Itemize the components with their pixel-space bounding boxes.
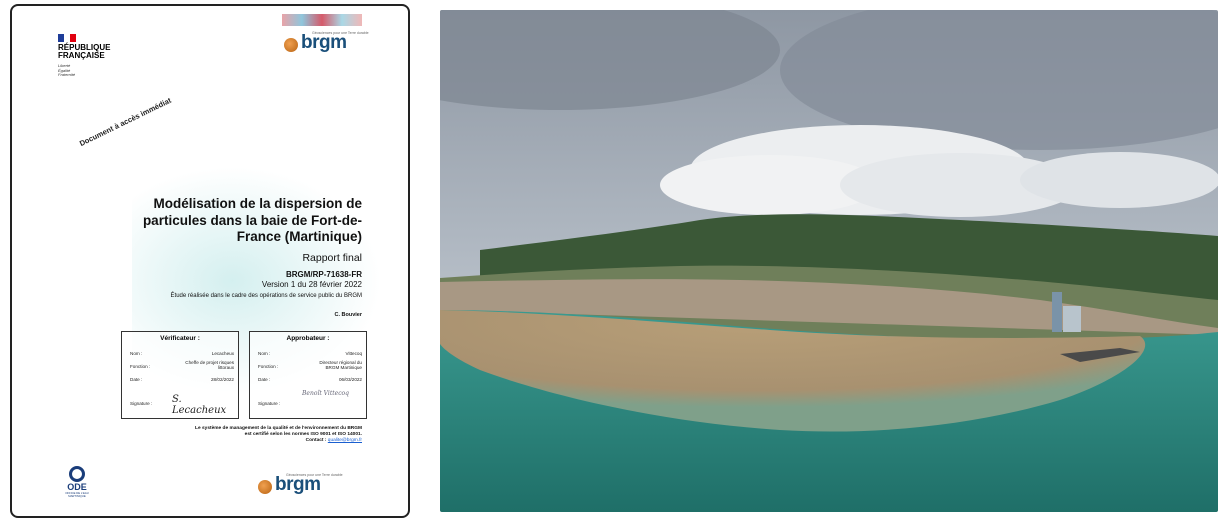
brgm-wordmark: brgm — [301, 32, 347, 53]
brgm-logo-bottom: brgm Géosciences pour une Terre durable — [258, 473, 343, 495]
brgm-wordmark-bottom: brgm — [275, 474, 321, 495]
brgm-logo-top: brgm Géosciences pour une Terre durable — [284, 31, 369, 53]
approver-signature: Benoît Vittecoq — [302, 390, 350, 397]
report-title: Modélisation de la dispersion de particu… — [142, 196, 362, 244]
republic-line2: FRANÇAISE — [58, 51, 105, 60]
verifier-date: 28/02/2022 — [211, 377, 234, 382]
verifier-signature-label: Signature : — [130, 401, 153, 406]
republique-francaise-logo: RÉPUBLIQUE FRANÇAISE — [58, 44, 110, 60]
verifier-signature: S. Lecacheux — [172, 394, 227, 416]
ode-small2: MARTINIQUE — [68, 494, 86, 499]
contact-email-link[interactable]: qualite@brgm.fr — [328, 438, 362, 443]
aerial-bay-photo — [440, 10, 1218, 512]
verifier-name-label: Nom : — [130, 351, 143, 356]
brgm-disk-icon-bottom — [258, 480, 272, 494]
verifier-function: Cheffe de projet risques littoraux — [185, 360, 234, 370]
access-stamp: Document à accès immédiat — [78, 95, 173, 149]
quality-statement: Le système de management de la qualité e… — [152, 426, 362, 444]
report-author: C. Bouvier — [334, 312, 362, 318]
verifier-box: Vérificateur : Nom : Lecacheux Fonction … — [121, 331, 239, 419]
approver-date: 06/03/2022 — [339, 377, 362, 382]
aerial-bay-photo-icon — [440, 10, 1218, 512]
ode-circle-icon — [69, 466, 85, 482]
verifier-date-label: Date : — [130, 377, 143, 382]
approver-box: Approbateur : Nom : Vittecoq Fonction : … — [249, 331, 367, 419]
approver-function-label: Fonction : — [258, 364, 279, 369]
brgm-tagline: Géosciences pour une Terre durable — [312, 31, 369, 35]
approver-function: Directeur régional du BRGM Martinique — [319, 360, 362, 370]
verifier-function-label: Fonction : — [130, 364, 151, 369]
motto-fraternite: Fraternité — [58, 72, 76, 77]
study-note: Étude réalisée dans le cadre des opérati… — [170, 293, 362, 299]
contact-label: Contact : — [305, 438, 327, 443]
report-version: Version 1 du 28 février 2022 — [261, 280, 362, 289]
approver-heading: Approbateur : — [286, 335, 330, 342]
report-cover: RÉPUBLIQUE FRANÇAISE Liberté Égalité Fra… — [10, 4, 410, 518]
ode-logo: ODE OFFICE DE L'EAU MARTINIQUE — [62, 466, 92, 498]
approver-date-label: Date : — [258, 377, 271, 382]
report-subtitle: Rapport final — [302, 252, 362, 264]
approver-name-label: Nom : — [258, 351, 271, 356]
republic-motto: Liberté Égalité Fraternité — [58, 63, 76, 78]
french-flag-icon — [58, 34, 76, 42]
verifier-heading: Vérificateur : — [160, 335, 200, 342]
verifier-name: Lecacheux — [211, 351, 234, 356]
approver-signature-label: Signature : — [258, 401, 281, 406]
brgm-banner-image — [282, 14, 362, 26]
report-reference: BRGM/RP-71638-FR — [285, 270, 362, 279]
brgm-disk-icon — [284, 38, 298, 52]
brgm-tagline-bottom: Géosciences pour une Terre durable — [286, 473, 343, 477]
approver-name: Vittecoq — [345, 351, 362, 356]
